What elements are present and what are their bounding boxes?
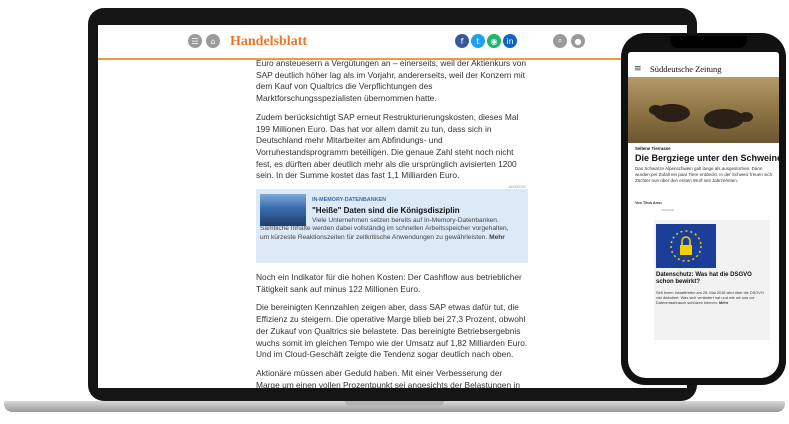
boar-illustration [649, 104, 753, 129]
user-icon[interactable]: ● [571, 34, 585, 48]
article-paragraph: Zudem berücksichtigt SAP erneut Restrukt… [256, 111, 519, 181]
brand-logo[interactable]: Handelsblatt [230, 34, 307, 50]
home-icon[interactable]: ⌂ [206, 34, 220, 48]
article-body: Euro ansteuesern a Vergütungen an – eine… [256, 58, 528, 388]
phone-screen: ≡ Süddeutsche Zeitung Seltene Tierrasse … [628, 52, 779, 378]
lock-icon [670, 230, 702, 262]
article-kicker: Seltene Tierrasse [635, 146, 671, 151]
handelsblatt-header: ☰ ⌂ Handelsblatt f t ◉ in ⌕ ● [98, 25, 687, 60]
laptop-notch [345, 401, 444, 406]
card-text: Seit ihrem Inkrafttreten am 25. Mai 2018… [656, 290, 766, 305]
article-paragraph: Aktionäre müssen aber Geduld haben. Mit … [256, 367, 520, 388]
article-paragraph: Noch ein Indikator für die hohen Kosten:… [256, 272, 522, 294]
promo-text-body: Viele Unternehmen setzen bereits auf In-… [260, 217, 509, 241]
article-paragraph: Die bereinigten Kennzahlen zeigen aber, … [256, 302, 528, 360]
article-title[interactable]: Die Bergziege unter den Schweinen [635, 153, 779, 163]
promo-box[interactable]: ANZEIGE IN-MEMORY-DATENBANKEN "Heiße" Da… [256, 184, 528, 264]
article-teaser: Das Schwarze Alpenschwein galt lange als… [635, 166, 773, 183]
card-text-body: Seit ihrem Inkrafttreten am 25. Mai 2018… [656, 290, 764, 305]
facebook-icon[interactable]: f [455, 34, 469, 48]
phone-notch [670, 36, 747, 48]
eu-lock-image [656, 224, 716, 268]
promo-text: Viele Unternehmen setzen bereits auf In-… [260, 217, 518, 242]
hamburger-menu-icon[interactable]: ≡ [634, 64, 642, 74]
promo-more-link[interactable]: Mehr [489, 234, 505, 241]
card-title[interactable]: Datenschutz: Was hat die DSGVO schon bew… [656, 272, 764, 287]
card-more-link[interactable]: Mehr [719, 300, 728, 305]
article-paragraph: Euro ansteuesern a Vergütungen an – eine… [256, 58, 527, 104]
whatsapp-icon[interactable]: ◉ [487, 34, 501, 48]
brand-logo[interactable]: Süddeutsche Zeitung [650, 64, 722, 74]
twitter-icon[interactable]: t [471, 34, 485, 48]
linkedin-icon[interactable]: in [503, 34, 517, 48]
menu-icon[interactable]: ☰ [188, 34, 202, 48]
article-author: Von Titus Arnu [635, 201, 662, 205]
wild-boar-photo[interactable] [628, 77, 779, 143]
ad-label: ANZEIGE [508, 184, 526, 190]
promo-title[interactable]: "Heiße" Daten sind die Königsdisziplin [312, 205, 460, 217]
laptop-screen: ☰ ⌂ Handelsblatt f t ◉ in ⌕ ● Euro anste… [98, 25, 687, 388]
search-icon[interactable]: ⌕ [553, 34, 567, 48]
ad-label: ANZEIGE [661, 208, 675, 212]
ad-card[interactable]: Datenschutz: Was hat die DSGVO schon bew… [654, 220, 770, 340]
